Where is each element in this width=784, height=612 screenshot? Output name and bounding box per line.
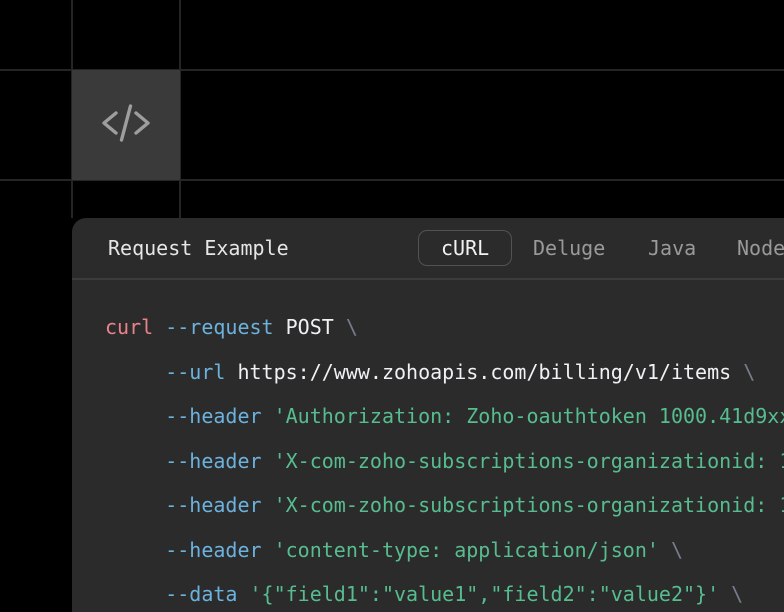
- code-line: --header 'content-type: application/json…: [105, 528, 784, 573]
- code-token-plain: https://www.zohoapis.com/billing/v1/item…: [225, 359, 744, 384]
- code-token-str: '{"field1":"value1","field2":"value2"}': [249, 582, 720, 606]
- code-line: --header 'X-com-zoho-subscriptions-organ…: [105, 483, 784, 528]
- code-token-esc: \: [670, 537, 683, 562]
- code-icon-tile: [72, 70, 180, 180]
- tab-java[interactable]: Java: [648, 236, 696, 260]
- code-line: --header 'Authorization: Zoho-oauthtoken…: [105, 394, 784, 439]
- tab-curl[interactable]: cURL: [418, 230, 513, 266]
- code-token-plain: POST: [273, 315, 346, 339]
- code-token-flag: --url: [165, 359, 226, 384]
- page: Request Example cURL Deluge Java Node curl …: [0, 0, 784, 612]
- request-example-panel: Request Example cURL Deluge Java Node curl …: [72, 218, 784, 612]
- code-token-flag: --header: [165, 448, 262, 473]
- code-token-flag: --header: [165, 404, 262, 428]
- panel-header: Request Example cURL Deluge Java Node: [72, 218, 784, 278]
- code-token-esc: \: [345, 315, 358, 339]
- code-token-str: 'X-com-zoho-subscriptions-organizationid…: [273, 493, 784, 517]
- code-line: curl --request POST \: [105, 305, 784, 350]
- code-token-flag: --data: [165, 582, 238, 606]
- code-line: --url https://www.zohoapis.com/billing/v…: [105, 350, 784, 395]
- panel-title: Request Example: [108, 236, 289, 260]
- code-token-str: 'Authorization: Zoho-oauthtoken 1000.41d…: [273, 404, 784, 428]
- code-token-str: 'X-com-zoho-subscriptions-organizationid…: [273, 448, 784, 473]
- code-token-cmd: curl: [105, 315, 154, 339]
- code-token-str: 'content-type: application/json': [273, 537, 659, 562]
- code-line: --data '{"field1":"value1","field2":"val…: [105, 572, 784, 612]
- code-line: --header 'X-com-zoho-subscriptions-organ…: [105, 439, 784, 484]
- code-token-esc: \: [731, 582, 744, 606]
- tab-node[interactable]: Node: [737, 236, 784, 260]
- code-token-flag: --header: [165, 493, 262, 517]
- code-icon: [99, 101, 153, 149]
- code-block: curl --request POST \ --url https://www.…: [72, 280, 784, 612]
- code-token-flag: --request: [165, 315, 274, 339]
- code-token-flag: --header: [165, 537, 262, 562]
- tab-deluge[interactable]: Deluge: [533, 236, 605, 260]
- code-token-esc: \: [743, 359, 756, 384]
